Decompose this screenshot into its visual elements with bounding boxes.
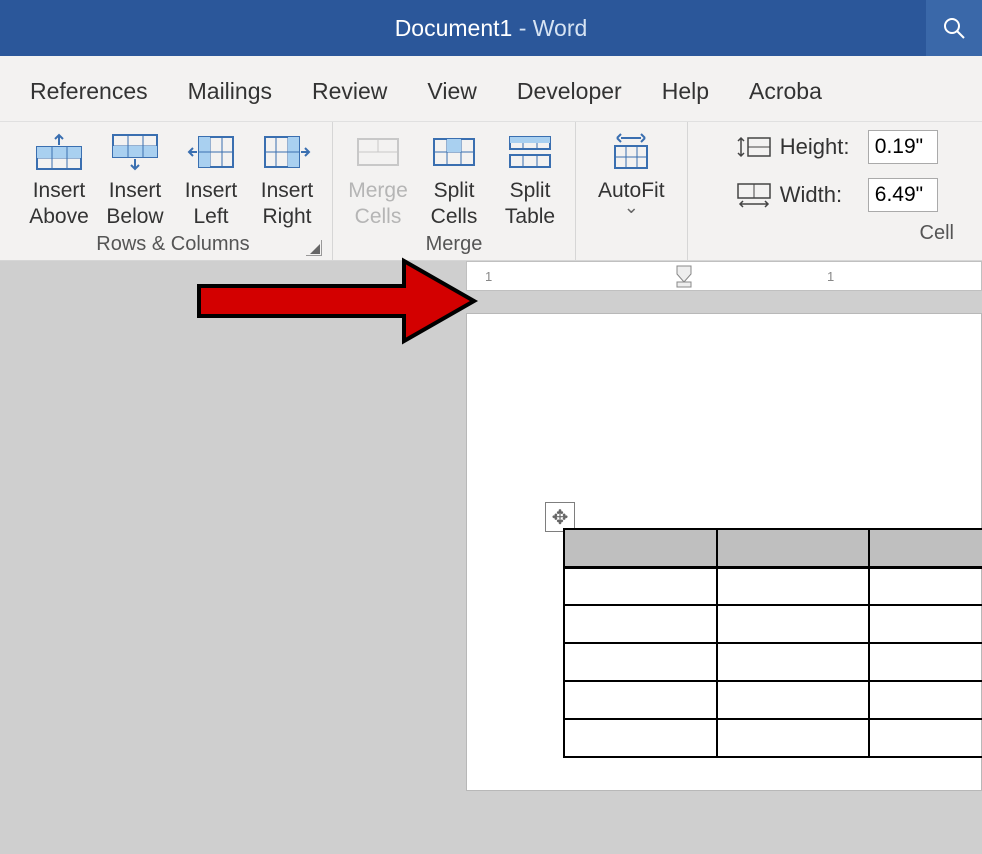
tab-acrobat[interactable]: Acroba xyxy=(729,70,842,113)
ruler-mark-right: 1 xyxy=(827,269,834,284)
split-table-button[interactable]: SplitTable xyxy=(493,128,567,229)
title-bar: Document1 - Word xyxy=(0,0,982,56)
group-merge: MergeCells SplitCells SplitTable Merge xyxy=(333,122,576,260)
group-label-cell-size: Cell xyxy=(920,222,954,245)
ribbon-commands: InsertAbove InsertBelow InsertLeft xyxy=(0,121,982,260)
group-rows-columns: InsertAbove InsertBelow InsertLeft xyxy=(0,122,333,260)
search-button[interactable] xyxy=(926,0,982,56)
chevron-down-icon: ⌄ xyxy=(624,202,639,213)
document-name: Document1 xyxy=(395,15,513,41)
tab-help[interactable]: Help xyxy=(642,70,729,113)
document-table[interactable] xyxy=(563,528,982,758)
width-input[interactable] xyxy=(868,178,938,212)
horizontal-ruler[interactable]: 1 1 xyxy=(466,261,982,291)
merge-cells-icon xyxy=(351,132,405,172)
insert-right-icon xyxy=(260,132,314,172)
search-icon xyxy=(942,16,966,40)
split-cells-icon xyxy=(427,132,481,172)
group-autofit: AutoFit ⌄ xyxy=(576,122,688,260)
row-height: Height: xyxy=(736,130,938,164)
tab-developer[interactable]: Developer xyxy=(497,70,642,113)
insert-above-icon xyxy=(32,132,86,172)
autofit-icon xyxy=(604,132,658,172)
split-table-icon xyxy=(503,132,557,172)
tab-view[interactable]: View xyxy=(407,70,496,113)
table-row xyxy=(564,567,982,605)
document-area: 1 1 ✥ xyxy=(0,261,982,791)
table-row xyxy=(564,719,982,757)
rows-columns-dialog-launcher[interactable] xyxy=(306,240,322,256)
autofit-button[interactable]: AutoFit ⌄ xyxy=(596,128,667,216)
split-cells-button[interactable]: SplitCells xyxy=(417,128,491,229)
window-title: Document1 - Word xyxy=(395,15,588,42)
row-width: Width: xyxy=(736,178,938,212)
group-label-rows-columns: Rows & Columns xyxy=(96,233,249,256)
merge-cells-button[interactable]: MergeCells xyxy=(341,128,415,229)
width-label: Width: xyxy=(780,182,860,208)
table-row xyxy=(564,681,982,719)
width-icon xyxy=(736,182,772,208)
tab-review[interactable]: Review xyxy=(292,70,407,113)
height-input[interactable] xyxy=(868,130,938,164)
ribbon-tabs: References Mailings Review View Develope… xyxy=(0,56,982,121)
tab-mailings[interactable]: Mailings xyxy=(168,70,292,113)
tab-references[interactable]: References xyxy=(0,70,168,113)
insert-below-button[interactable]: InsertBelow xyxy=(98,128,172,229)
ribbon: References Mailings Review View Develope… xyxy=(0,56,982,261)
ruler-mark-left: 1 xyxy=(485,269,492,284)
table-row xyxy=(564,605,982,643)
insert-right-button[interactable]: InsertRight xyxy=(250,128,324,229)
table-row xyxy=(564,529,982,567)
table-row xyxy=(564,643,982,681)
insert-below-icon xyxy=(108,132,162,172)
insert-above-button[interactable]: InsertAbove xyxy=(22,128,96,229)
insert-left-icon xyxy=(184,132,238,172)
group-cell-size: Height: Width: Cell xyxy=(688,122,982,260)
insert-left-button[interactable]: InsertLeft xyxy=(174,128,248,229)
document-page[interactable]: ✥ xyxy=(466,313,982,791)
group-label-merge: Merge xyxy=(426,233,483,256)
height-label: Height: xyxy=(780,134,860,160)
ruler-indent-marker[interactable] xyxy=(675,264,693,286)
height-icon xyxy=(736,134,772,160)
app-name: Word xyxy=(533,15,588,41)
